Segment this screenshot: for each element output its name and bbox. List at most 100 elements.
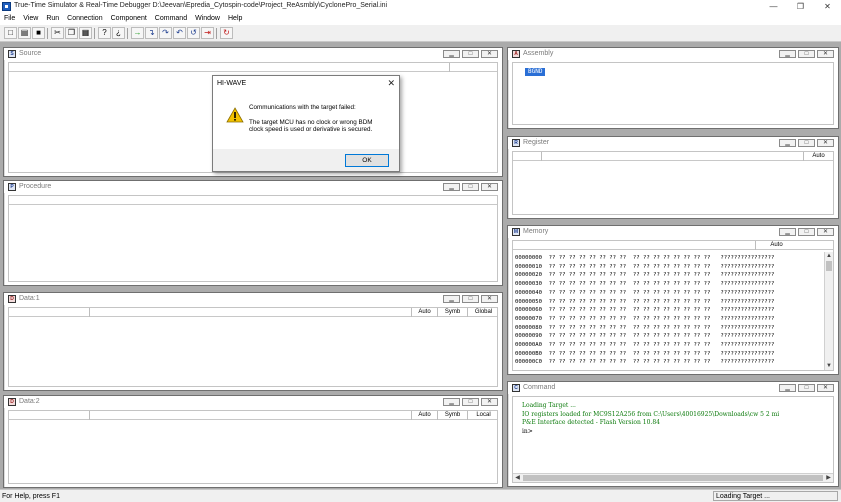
command-line: IO registers loaded for MC9S12A256 from … bbox=[522, 410, 780, 418]
scroll-thumb[interactable] bbox=[826, 261, 832, 271]
data2-pane[interactable]: Auto Symb Local bbox=[8, 410, 498, 484]
menu-component[interactable]: Component bbox=[107, 13, 151, 25]
minimize-button[interactable]: — bbox=[760, 0, 787, 13]
close-window-button[interactable]: ✕ bbox=[481, 50, 498, 58]
close-window-button[interactable]: ✕ bbox=[481, 295, 498, 303]
step-over-button[interactable]: ↷ bbox=[159, 27, 172, 39]
data2-symb-tab[interactable]: Symb bbox=[437, 411, 467, 420]
start-continue-button[interactable]: → bbox=[131, 27, 144, 39]
data-icon: D bbox=[8, 295, 16, 303]
menu-command[interactable]: Command bbox=[151, 13, 191, 25]
single-step-button[interactable]: ↴ bbox=[145, 27, 158, 39]
maximize-window-button[interactable]: □ bbox=[798, 50, 815, 58]
header-cell bbox=[541, 152, 803, 161]
dialog-message-line: clock speed is used or derivative is sec… bbox=[249, 126, 373, 134]
restore-button[interactable]: ❐ bbox=[787, 0, 814, 13]
scroll-right-icon[interactable]: ▶ bbox=[824, 474, 833, 482]
data2-local-tab[interactable]: Local bbox=[467, 411, 497, 420]
memory-row: 00000060 ?? ?? ?? ?? ?? ?? ?? ?? ?? ?? ?… bbox=[515, 307, 775, 314]
copy-button[interactable]: ❐ bbox=[65, 27, 78, 39]
assembly-pane[interactable]: BGND bbox=[512, 62, 834, 125]
memory-row: 00000000 ?? ?? ?? ?? ?? ?? ?? ?? ?? ?? ?… bbox=[515, 255, 775, 261]
ok-button[interactable]: OK bbox=[345, 154, 389, 167]
memory-row: 00000080 ?? ?? ?? ?? ?? ?? ?? ?? ?? ?? ?… bbox=[515, 324, 775, 331]
minimize-window-button[interactable]: ▁ bbox=[779, 139, 796, 147]
memory-row: 000000A0 ?? ?? ?? ?? ?? ?? ?? ?? ?? ?? ?… bbox=[515, 342, 775, 349]
paste-button[interactable]: ▦ bbox=[79, 27, 92, 39]
maximize-window-button[interactable]: □ bbox=[798, 384, 815, 392]
close-window-button[interactable]: ✕ bbox=[817, 384, 834, 392]
register-auto-tab[interactable]: Auto bbox=[803, 152, 833, 161]
command-pane[interactable]: Loading Target ... IO registers loaded f… bbox=[512, 396, 834, 483]
memory-vertical-scrollbar[interactable]: ▲ ▼ bbox=[824, 252, 833, 370]
data1-symb-tab[interactable]: Symb bbox=[437, 308, 467, 317]
procedure-pane[interactable] bbox=[8, 195, 498, 282]
memory-row: 00000030 ?? ?? ?? ?? ?? ?? ?? ?? ?? ?? ?… bbox=[515, 281, 775, 288]
command-prompt[interactable]: in> bbox=[522, 428, 831, 437]
maximize-window-button[interactable]: □ bbox=[462, 50, 479, 58]
scroll-thumb[interactable] bbox=[523, 475, 823, 481]
dialog-close-icon[interactable]: ✕ bbox=[387, 78, 395, 88]
procedure-window[interactable]: P Procedure ▁ □ ✕ bbox=[3, 180, 503, 286]
close-button[interactable]: ✕ bbox=[814, 0, 841, 13]
reset-target-button[interactable]: ↻ bbox=[220, 27, 233, 39]
scroll-down-icon[interactable]: ▼ bbox=[825, 362, 833, 370]
menu-run[interactable]: Run bbox=[42, 13, 63, 25]
assembly-selected-instruction[interactable]: BGND bbox=[525, 68, 546, 76]
maximize-window-button[interactable]: □ bbox=[462, 183, 479, 191]
command-window[interactable]: C Command ▁ □ ✕ Loading Target ... IO re… bbox=[507, 381, 839, 487]
minimize-window-button[interactable]: ▁ bbox=[779, 50, 796, 58]
command-horizontal-scrollbar[interactable]: ◀ ▶ bbox=[513, 473, 833, 482]
new-file-button[interactable]: □ bbox=[4, 27, 17, 39]
data1-pane[interactable]: Auto Symb Global bbox=[8, 307, 498, 387]
assembly-window[interactable]: A Assembly ▁ □ ✕ BGND bbox=[507, 47, 839, 129]
close-window-button[interactable]: ✕ bbox=[481, 183, 498, 191]
minimize-window-button[interactable]: ▁ bbox=[779, 228, 796, 236]
minimize-window-button[interactable]: ▁ bbox=[443, 398, 460, 406]
mdi-workspace: S Source ▁ □ ✕ P Procedure ▁ □ ✕ D Data:… bbox=[0, 43, 841, 489]
cut-button[interactable]: ✂ bbox=[51, 27, 64, 39]
close-window-button[interactable]: ✕ bbox=[481, 398, 498, 406]
close-window-button[interactable]: ✕ bbox=[817, 50, 834, 58]
memory-pane[interactable]: Auto 00000000 ?? ?? ?? ?? ?? ?? ?? ?? ??… bbox=[512, 240, 834, 371]
maximize-window-button[interactable]: □ bbox=[798, 139, 815, 147]
assembly-step-button[interactable]: ↺ bbox=[187, 27, 200, 39]
data1-window[interactable]: D Data:1 ▁ □ ✕ Auto Symb Global bbox=[3, 292, 503, 391]
step-out-button[interactable]: ↶ bbox=[173, 27, 186, 39]
menu-view[interactable]: View bbox=[19, 13, 42, 25]
minimize-window-button[interactable]: ▁ bbox=[779, 384, 796, 392]
halt-button[interactable]: ⇥ bbox=[201, 27, 214, 39]
title-bar: True-Time Simulator & Real-Time Debugger… bbox=[0, 0, 841, 13]
memory-window[interactable]: M Memory ▁ □ ✕ Auto 00000000 ?? ?? ?? ??… bbox=[507, 225, 839, 375]
data1-global-tab[interactable]: Global bbox=[467, 308, 497, 317]
close-window-button[interactable]: ✕ bbox=[817, 228, 834, 236]
help-button[interactable]: ? bbox=[98, 27, 111, 39]
menu-help[interactable]: Help bbox=[224, 13, 246, 25]
data1-auto-tab[interactable]: Auto bbox=[411, 308, 437, 317]
maximize-window-button[interactable]: □ bbox=[798, 228, 815, 236]
window-title: Data:1 bbox=[19, 295, 40, 302]
register-pane[interactable]: Auto bbox=[512, 151, 834, 215]
scroll-up-icon[interactable]: ▲ bbox=[825, 252, 833, 260]
minimize-window-button[interactable]: ▁ bbox=[443, 295, 460, 303]
menu-connection[interactable]: Connection bbox=[63, 13, 106, 25]
close-window-button[interactable]: ✕ bbox=[817, 139, 834, 147]
minimize-window-button[interactable]: ▁ bbox=[443, 183, 460, 191]
data2-auto-tab[interactable]: Auto bbox=[411, 411, 437, 420]
save-button[interactable]: ■ bbox=[32, 27, 45, 39]
maximize-window-button[interactable]: □ bbox=[462, 295, 479, 303]
app-icon bbox=[2, 2, 11, 11]
maximize-window-button[interactable]: □ bbox=[462, 398, 479, 406]
memory-row: 00000020 ?? ?? ?? ?? ?? ?? ?? ?? ?? ?? ?… bbox=[515, 272, 775, 279]
menu-window[interactable]: Window bbox=[191, 13, 224, 25]
context-help-button[interactable]: ¿ bbox=[112, 27, 125, 39]
open-file-button[interactable]: ▤ bbox=[18, 27, 31, 39]
warning-icon bbox=[226, 107, 244, 123]
window-buttons: ▁ □ ✕ bbox=[443, 50, 498, 58]
menu-file[interactable]: File bbox=[0, 13, 19, 25]
memory-auto-tab[interactable]: Auto bbox=[755, 241, 797, 250]
scroll-left-icon[interactable]: ◀ bbox=[513, 474, 522, 482]
data2-window[interactable]: D Data:2 ▁ □ ✕ Auto Symb Local bbox=[3, 395, 503, 488]
register-window[interactable]: R Register ▁ □ ✕ Auto bbox=[507, 136, 839, 219]
minimize-window-button[interactable]: ▁ bbox=[443, 50, 460, 58]
